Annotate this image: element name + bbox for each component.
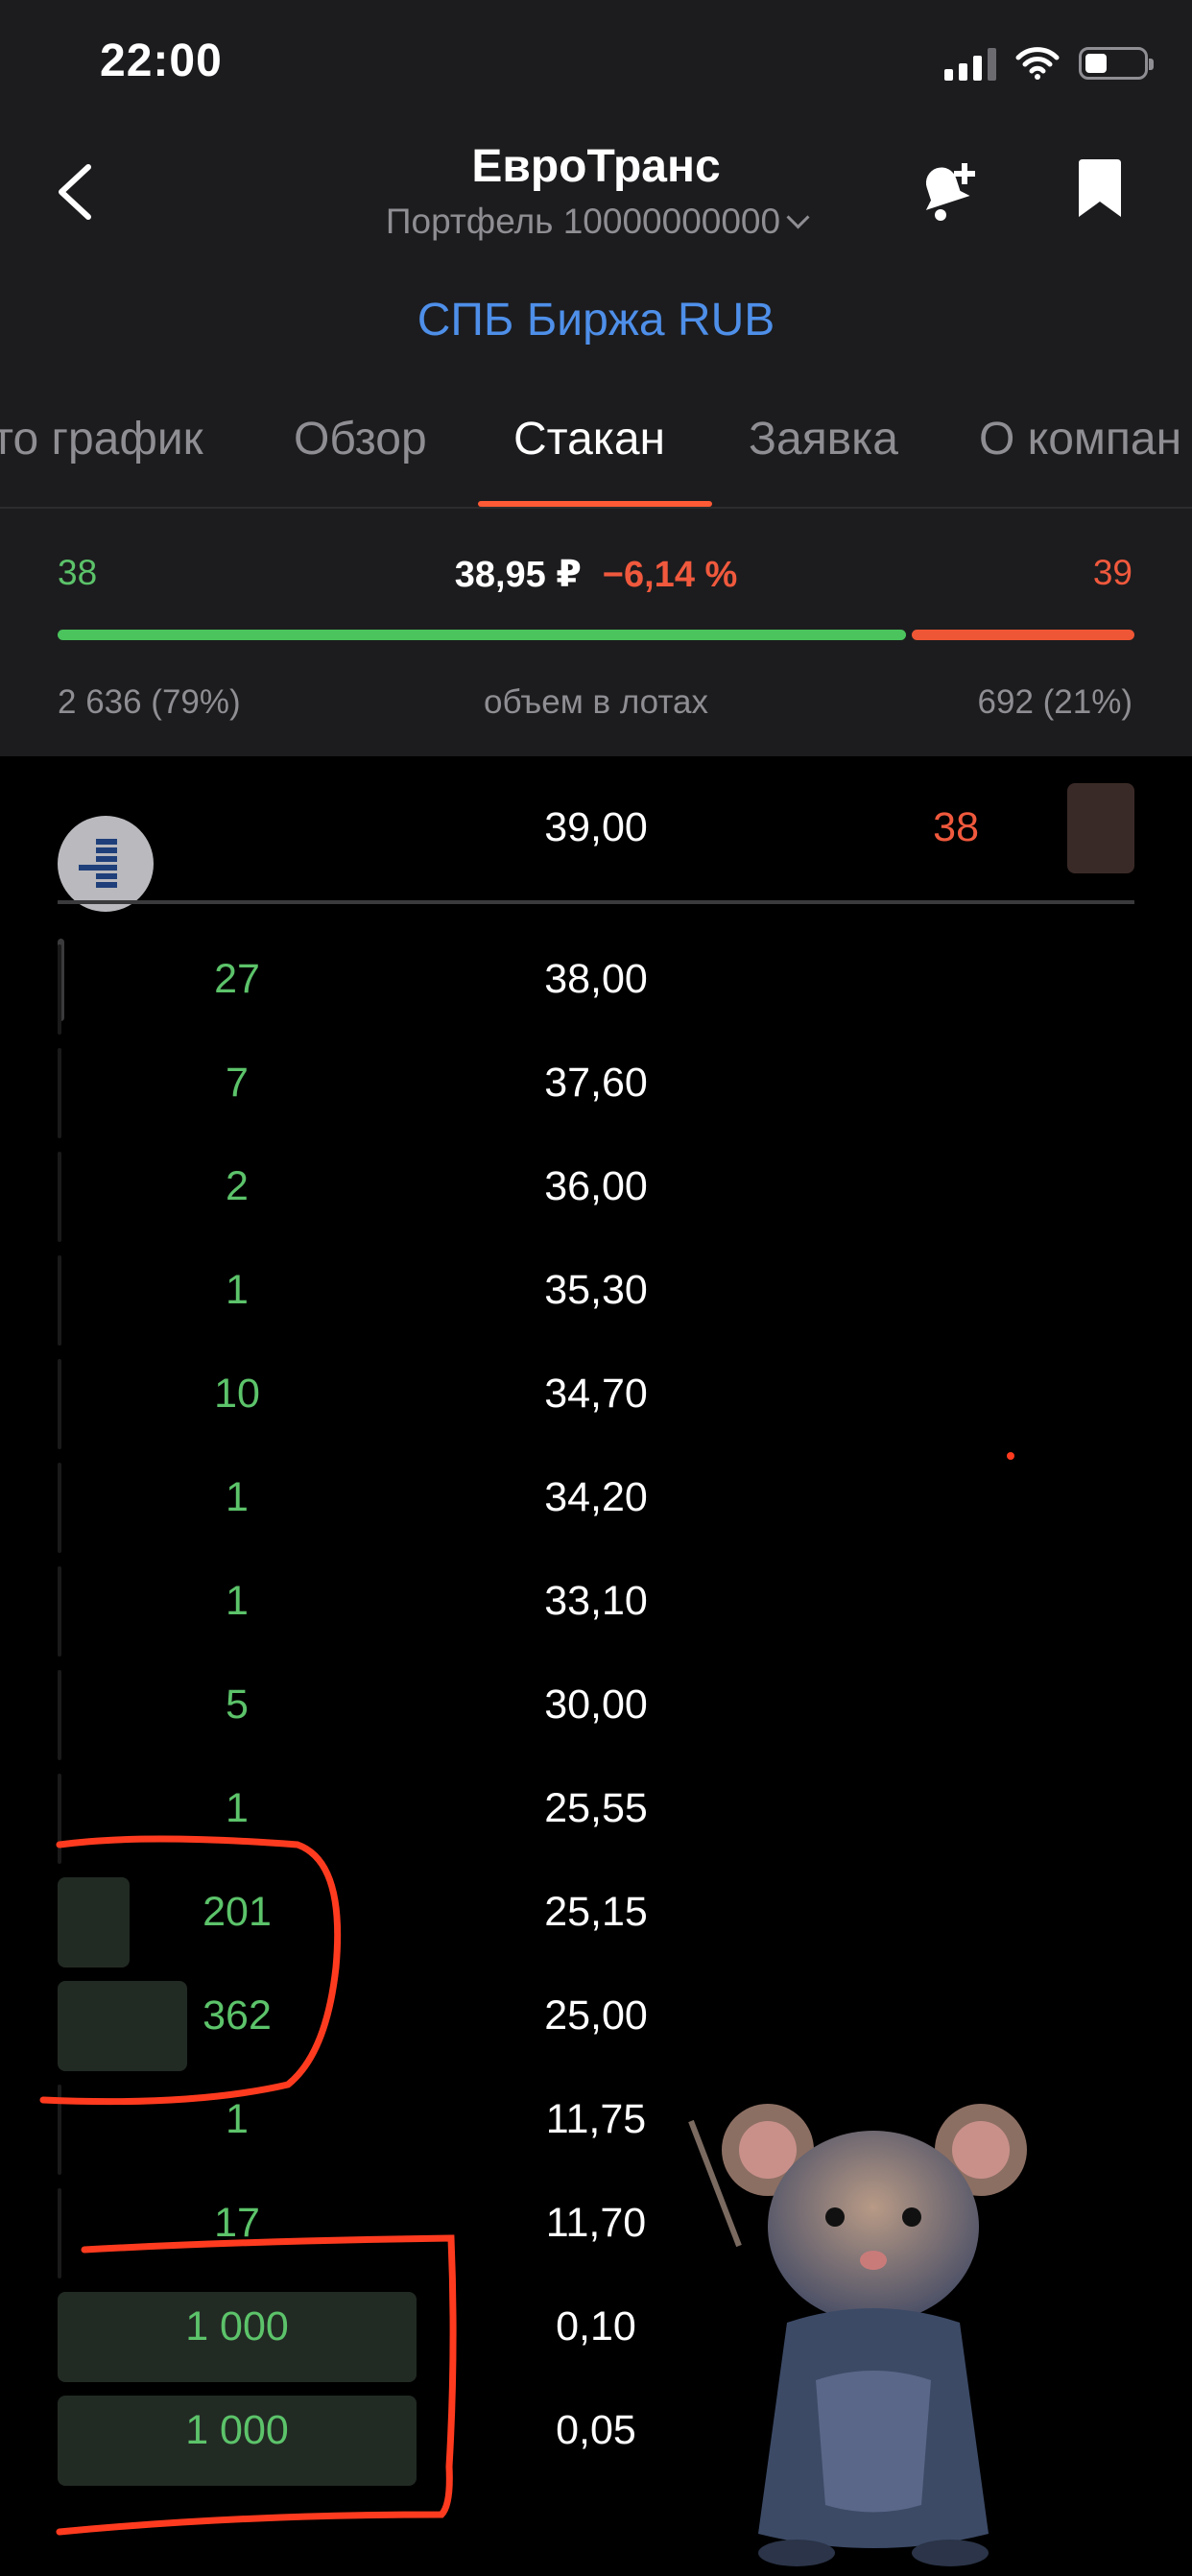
add-alert-button[interactable] <box>912 154 981 227</box>
portfolio-selector[interactable]: Портфель 10000000000 <box>0 202 1192 242</box>
bid-qty: 1 <box>226 1785 249 1831</box>
mouse-sticker <box>688 2104 1027 2566</box>
status-time: 22:00 <box>100 36 223 86</box>
bid-qty: 17 <box>214 2200 260 2246</box>
tab-orderbook[interactable]: Стакан <box>513 413 665 465</box>
bid-qty: 27 <box>214 956 260 1002</box>
bid-price: 25,55 <box>544 1785 648 1831</box>
page-title: ЕвроТранс <box>471 141 721 192</box>
tab-order[interactable]: Заявка <box>749 413 898 465</box>
bid-qty: 201 <box>203 1889 272 1935</box>
orderbook-icon <box>79 839 117 888</box>
ask-volume: 692 (21%) <box>977 683 1132 721</box>
bid-qty: 1 <box>226 1578 249 1624</box>
bid-qty: 1 000 <box>185 2303 289 2349</box>
ask-row-price: 39,00 <box>544 804 648 850</box>
ask-row[interactable]: 39,00 38 <box>0 787 1192 875</box>
battery-icon <box>1079 47 1154 80</box>
bid-qty: 2 <box>226 1163 249 1209</box>
ask-row-qty: 38 <box>933 804 979 850</box>
bid-qty: 1 <box>226 1474 249 1520</box>
bid-qty: 5 <box>226 1682 249 1728</box>
signal-icon <box>944 46 996 81</box>
orderbook-row[interactable]: 5 30,00 <box>0 1655 1192 1760</box>
bid-volume-bar <box>58 630 906 640</box>
last-price-line: 38,95 ₽ −6,14 % <box>0 553 1192 596</box>
tab-bar: то график Обзор Стакан Заявка О компан <box>0 403 1192 509</box>
bid-qty: 362 <box>203 1992 272 2039</box>
alert-add-icon <box>925 163 975 221</box>
wifi-icon <box>1015 47 1060 80</box>
price-change: −6,14 % <box>602 555 738 595</box>
last-price: 38,95 ₽ <box>454 555 582 595</box>
exchange-label[interactable]: СПБ Биржа RUB <box>0 294 1192 346</box>
best-ask: 39 <box>1092 553 1132 592</box>
spread-divider <box>58 900 1134 904</box>
orderbook-row[interactable]: 27 38,00 <box>0 929 1192 1035</box>
chevron-down-icon <box>786 205 810 229</box>
bid-price: 34,70 <box>544 1371 648 1417</box>
tab-company[interactable]: О компан <box>979 413 1181 465</box>
bid-price: 36,00 <box>544 1163 648 1209</box>
header: 22:00 ЕвроТранс Портфель 10000000000 СПБ… <box>0 0 1192 756</box>
bid-qty: 7 <box>226 1060 249 1106</box>
orderbook-row[interactable]: 201 25,15 <box>0 1862 1192 1968</box>
tab-chart[interactable]: то график <box>0 413 203 465</box>
bid-price: 25,15 <box>544 1889 648 1935</box>
bid-price: 37,60 <box>544 1060 648 1106</box>
orderbook-row[interactable]: 1 33,10 <box>0 1551 1192 1657</box>
orderbook-row[interactable]: 1 34,20 <box>0 1447 1192 1553</box>
orderbook-row[interactable]: 1 35,30 <box>0 1240 1192 1346</box>
tab-overview[interactable]: Обзор <box>294 413 427 465</box>
ask-volume-bar <box>912 630 1134 640</box>
orderbook-view-button[interactable] <box>58 816 154 912</box>
orderbook-row[interactable]: 2 36,00 <box>0 1136 1192 1242</box>
bid-qty: 10 <box>214 1371 260 1417</box>
annotation-dot <box>1007 1452 1014 1460</box>
orderbook-row[interactable]: 10 34,70 <box>0 1344 1192 1449</box>
orderbook-row[interactable]: 362 25,00 <box>0 1966 1192 2071</box>
bid-price: 33,10 <box>544 1578 648 1624</box>
bid-qty: 1 <box>226 2096 249 2142</box>
bookmark-icon <box>1079 159 1121 217</box>
bid-price: 34,20 <box>544 1474 648 1520</box>
status-icons <box>944 42 1154 84</box>
bid-price: 25,00 <box>544 1992 648 2039</box>
bid-price: 35,30 <box>544 1267 648 1313</box>
bid-qty: 1 000 <box>185 2407 289 2453</box>
orderbook-row[interactable]: 1 25,55 <box>0 1758 1192 1864</box>
bid-price: 30,00 <box>544 1682 648 1728</box>
portfolio-label: Портфель 10000000000 <box>385 202 781 241</box>
bid-price: 38,00 <box>544 956 648 1002</box>
divider <box>0 507 1192 509</box>
bookmark-button[interactable] <box>1075 157 1125 219</box>
orderbook-row[interactable]: 7 37,60 <box>0 1033 1192 1138</box>
bid-qty: 1 <box>226 1267 249 1313</box>
